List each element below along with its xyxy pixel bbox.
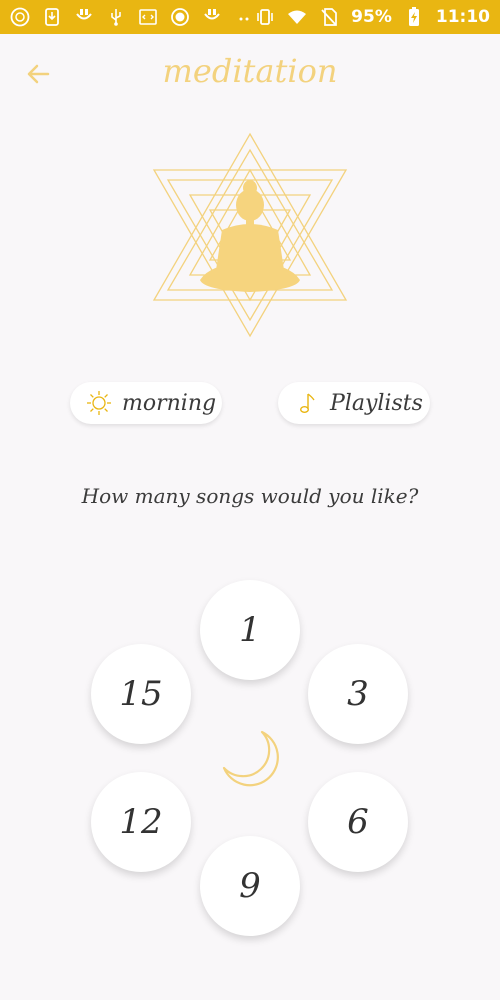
playlists-chip[interactable]: Playlists (278, 382, 430, 424)
song-count-question: How many songs would you like? (81, 484, 419, 508)
buddha-yantra-illustration (150, 130, 350, 340)
music-note-icon (294, 390, 320, 416)
morning-chip[interactable]: morning (70, 382, 222, 424)
page-title: meditation (162, 52, 338, 90)
keyboard-app-icon-2 (202, 7, 222, 27)
option-3-button[interactable]: 3 (308, 644, 408, 744)
morning-label: morning (122, 390, 217, 416)
usb-icon (106, 7, 126, 27)
keyboard-app-icon (74, 7, 94, 27)
playlists-label: Playlists (330, 390, 423, 416)
vibrate-icon (255, 7, 275, 27)
header: meditation (0, 34, 500, 110)
option-6-button[interactable]: 6 (308, 772, 408, 872)
option-1-button[interactable]: 1 (200, 580, 300, 680)
option-15-button[interactable]: 15 (91, 644, 191, 744)
record-icon (170, 7, 190, 27)
clock: 11:10 (435, 7, 490, 27)
wifi-icon (287, 7, 307, 27)
app-notification-icon (10, 7, 30, 27)
status-bar-right: 95% 11:10 (255, 7, 490, 27)
download-icon (42, 7, 62, 27)
status-bar: 95% 11:10 (0, 0, 500, 34)
option-9-button[interactable]: 9 (200, 836, 300, 936)
battery-percent: 95% (351, 7, 392, 27)
developer-icon (138, 7, 158, 27)
more-notifications-icon (234, 7, 254, 27)
option-12-button[interactable]: 12 (91, 772, 191, 872)
moon-icon (218, 726, 282, 790)
battery-charging-icon (404, 7, 424, 27)
status-bar-left (10, 7, 254, 27)
no-sim-icon (319, 7, 339, 27)
sun-icon (86, 390, 112, 416)
